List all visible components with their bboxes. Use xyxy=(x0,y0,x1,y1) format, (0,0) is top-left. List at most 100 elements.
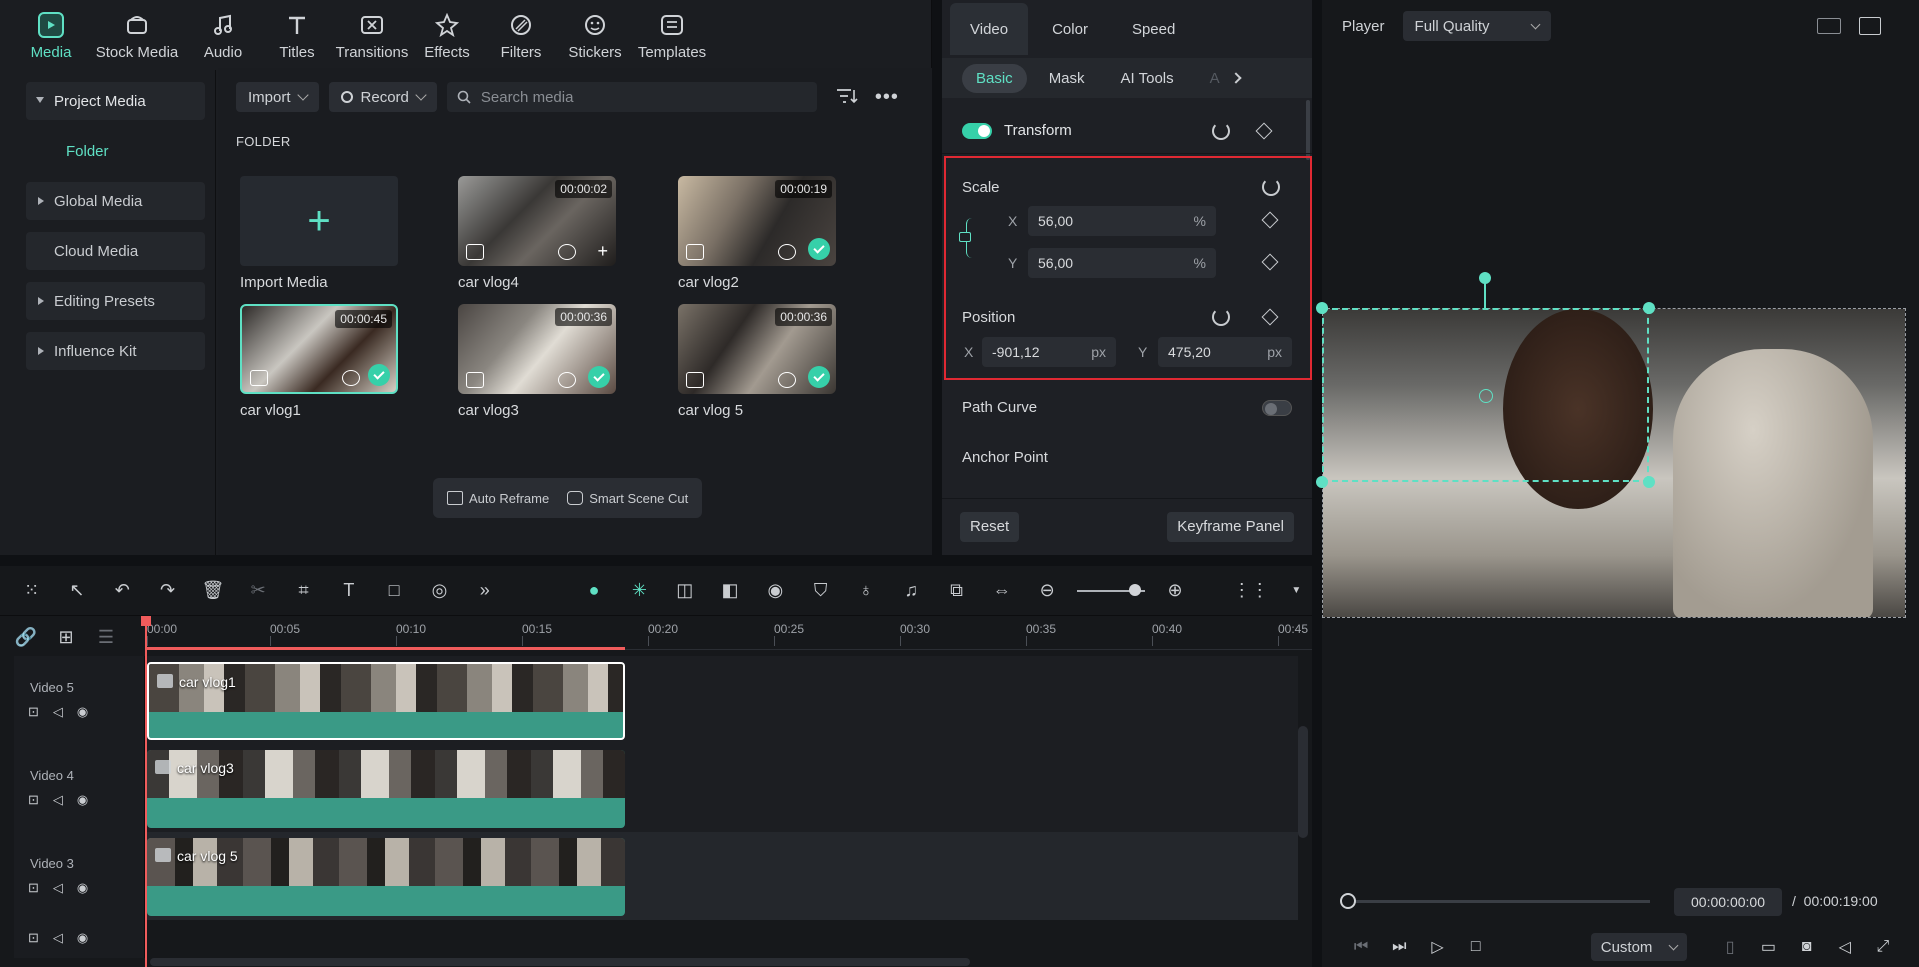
play-frame-icon[interactable]: ⏭ xyxy=(1380,938,1418,956)
tab-filters[interactable]: Filters xyxy=(484,0,558,68)
zoom-in-icon[interactable]: ⊕ xyxy=(1159,576,1190,606)
split-scissors-icon[interactable]: ✂ xyxy=(243,576,274,606)
mute-icon[interactable]: ◁ xyxy=(53,930,63,946)
tab-templates[interactable]: Templates xyxy=(632,0,712,68)
mark-in-icon[interactable]: ▯ xyxy=(1711,937,1749,957)
timeline-clip-car-vlog-5[interactable]: car vlog 5 xyxy=(147,838,625,916)
fullscreen-icon[interactable]: ⤢ xyxy=(1864,938,1902,956)
subtab-overflow[interactable]: A xyxy=(1196,64,1234,93)
tab-color[interactable]: Color xyxy=(1032,3,1108,55)
timeline-horizontal-scrollbar[interactable] xyxy=(150,958,970,966)
scale-x-input[interactable]: 56,00% xyxy=(1028,206,1216,236)
work-area-range[interactable] xyxy=(147,647,625,650)
image-scope-icon[interactable] xyxy=(1858,17,1881,35)
tab-stickers[interactable]: Stickers xyxy=(558,0,632,68)
previous-frame-icon[interactable]: ⏮ xyxy=(1342,938,1380,956)
transform-toggle[interactable] xyxy=(962,122,992,139)
sidebar-item-cloud-media[interactable]: Cloud Media xyxy=(26,232,205,270)
lock-icon[interactable]: ⊡ xyxy=(28,704,39,720)
tab-media[interactable]: Media xyxy=(14,0,88,68)
eye-icon[interactable]: ◉ xyxy=(77,792,88,808)
track-layout-icon[interactable]: ⋮⋮ xyxy=(1233,576,1269,606)
zoom-out-icon[interactable]: ⊖ xyxy=(1032,576,1063,606)
tab-audio[interactable]: Audio xyxy=(186,0,260,68)
import-dropdown[interactable]: Import xyxy=(236,82,319,112)
position-y-input[interactable]: 475,20 px xyxy=(1158,337,1292,367)
eye-icon[interactable]: ◉ xyxy=(77,704,88,720)
add-clip-icon[interactable]: + xyxy=(597,241,608,262)
play-icon[interactable]: ▷ xyxy=(1418,937,1456,957)
microphone-icon[interactable]: ♁ xyxy=(850,576,881,606)
media-clip-car-vlog4[interactable]: 00:00:02 + car vlog4 xyxy=(458,176,618,291)
track-manager-icon[interactable]: ☰ xyxy=(94,622,118,652)
text-tool-icon[interactable]: T xyxy=(333,576,364,606)
lock-icon[interactable]: ⊡ xyxy=(28,880,39,896)
mask-tool-icon[interactable]: ◎ xyxy=(424,576,455,606)
audio-mix-icon[interactable]: ♫ xyxy=(896,576,927,606)
import-media-tile[interactable]: + Import Media xyxy=(240,176,400,291)
mute-icon[interactable]: ◁ xyxy=(53,880,63,896)
timeline-clip-car-vlog1[interactable]: car vlog1 xyxy=(147,662,625,740)
mute-icon[interactable]: ◁ xyxy=(53,704,63,720)
sidebar-item-project-media[interactable]: Project Media xyxy=(26,82,205,120)
media-clip-car-vlog-5[interactable]: 00:00:36 car vlog 5 xyxy=(678,304,838,419)
chevron-down-icon[interactable]: ▼ xyxy=(1281,576,1312,606)
tab-effects[interactable]: Effects xyxy=(410,0,484,68)
record-dropdown[interactable]: Record xyxy=(328,82,437,112)
tab-titles[interactable]: Titles xyxy=(260,0,334,68)
lock-icon[interactable]: ⊡ xyxy=(28,930,39,946)
tab-speed[interactable]: Speed xyxy=(1112,3,1195,55)
path-curve-toggle[interactable] xyxy=(1262,400,1292,416)
display-icon[interactable]: ▭ xyxy=(1749,937,1787,957)
subtab-mask[interactable]: Mask xyxy=(1035,64,1099,93)
shape-tool-icon[interactable]: □ xyxy=(379,576,410,606)
link-icon[interactable]: 🔗 xyxy=(14,622,38,652)
redo-icon[interactable]: ↷ xyxy=(152,576,183,606)
custom-dropdown[interactable]: Custom xyxy=(1590,933,1688,961)
subtab-ai-tools[interactable]: AI Tools xyxy=(1107,64,1188,93)
keyframe-panel-button[interactable]: Keyframe Panel xyxy=(1167,511,1294,542)
crop-icon[interactable]: ⌗ xyxy=(288,576,319,606)
sidebar-item-global-media[interactable]: Global Media xyxy=(26,182,205,220)
shield-icon[interactable]: ⛉ xyxy=(805,576,836,606)
quality-dropdown[interactable]: Full Quality xyxy=(1402,11,1551,41)
smart-scene-cut-button[interactable]: Smart Scene Cut xyxy=(567,491,688,506)
sidebar-item-influence-kit[interactable]: Influence Kit xyxy=(26,332,205,370)
resize-handle-top-right[interactable] xyxy=(1643,302,1655,314)
lock-icon[interactable]: ⊡ xyxy=(28,792,39,808)
playback-scrubber[interactable] xyxy=(1348,900,1650,903)
eye-icon[interactable]: ◉ xyxy=(77,930,88,946)
resize-handle-top-left[interactable] xyxy=(1316,302,1328,314)
sidebar-item-folder[interactable]: Folder xyxy=(26,132,205,170)
compare-view-icon[interactable] xyxy=(1816,18,1841,34)
mute-icon[interactable]: ◁ xyxy=(53,792,63,808)
layout-grid-icon[interactable]: ⁙ xyxy=(16,576,47,606)
lock-ratio-icon[interactable] xyxy=(959,218,992,258)
keyframe-diamond-icon[interactable] xyxy=(1255,122,1273,140)
stop-icon[interactable]: □ xyxy=(1457,938,1495,956)
volume-icon[interactable]: ◁ xyxy=(1826,937,1864,957)
add-track-icon[interactable]: ⊞ xyxy=(54,622,78,652)
fit-width-icon[interactable]: ⇔ xyxy=(986,576,1017,606)
media-clip-car-vlog3[interactable]: 00:00:36 car vlog3 xyxy=(458,304,618,419)
search-input[interactable] xyxy=(480,88,801,106)
timeline-ruler[interactable]: 00:00 00:05 00:10 00:15 00:20 00:25 00:3… xyxy=(145,616,1312,650)
playhead[interactable] xyxy=(141,616,151,967)
timeline-clip-car-vlog3[interactable]: car vlog3 xyxy=(147,750,625,828)
reset-button[interactable]: Reset xyxy=(960,511,1020,542)
more-tools-icon[interactable]: » xyxy=(469,576,500,606)
position-x-input[interactable]: -901,12 px xyxy=(982,337,1116,367)
sidebar-item-editing-presets[interactable]: Editing Presets xyxy=(26,282,205,320)
rotation-handle[interactable] xyxy=(1479,272,1491,284)
subtab-basic[interactable]: Basic xyxy=(962,63,1027,93)
speed-ramp-icon[interactable]: ◉ xyxy=(760,576,791,606)
resize-handle-bottom-right[interactable] xyxy=(1643,476,1655,488)
tab-stock-media[interactable]: Stock Media xyxy=(88,0,186,68)
timeline-vertical-scrollbar[interactable] xyxy=(1298,726,1308,838)
scale-y-input[interactable]: 56,00% xyxy=(1028,248,1216,278)
replace-icon[interactable]: ⧉ xyxy=(941,576,972,606)
select-arrow-icon[interactable]: ↖ xyxy=(61,576,92,606)
ai-cut-icon[interactable]: ◧ xyxy=(714,576,745,606)
snap-icon[interactable]: ✳ xyxy=(624,576,655,606)
scrubber-knob[interactable] xyxy=(1340,893,1356,909)
